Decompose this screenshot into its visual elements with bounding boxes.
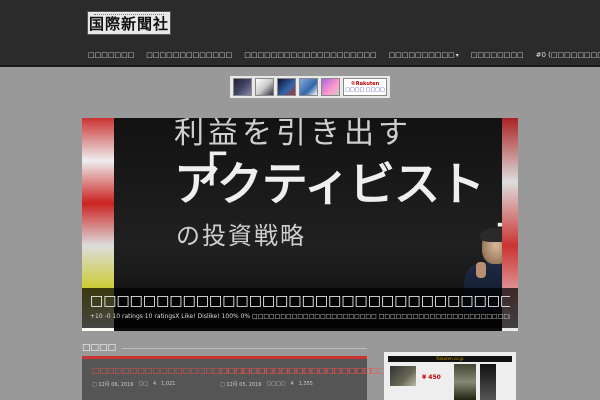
caret-down-icon: ▾: [455, 51, 459, 59]
post-list: □□□□□□□□□□□□□□□□□□□□□□□□□□□□□□□□□□□□□ □ …: [82, 356, 485, 400]
post-meta: □ 12月 06, 2016 □□ 4 1,021: [92, 381, 220, 388]
slider-caption-meta: +10 -0 10 ratings 10 ratingsX Like! Disl…: [90, 313, 510, 320]
site-logo[interactable]: 国際新聞社: [87, 11, 171, 35]
widget-product-image[interactable]: [390, 366, 416, 386]
post-comments[interactable]: 4: [153, 381, 156, 388]
section-heading: □□□□: [82, 343, 367, 353]
logo-dotted-line: [94, 12, 164, 15]
rakuten-widget: Rakuten.co.jp ¥ 450: [384, 352, 516, 400]
post-category[interactable]: □□: [139, 381, 148, 388]
widget-product-image[interactable]: [480, 364, 496, 400]
site-header: 国際新聞社 □□□□□□□ □□□□□□□□□□□□□ □□□□□□□□□□□□…: [0, 0, 600, 67]
product-thumbnail[interactable]: [299, 78, 318, 96]
product-thumbnail[interactable]: [233, 78, 252, 96]
product-thumbnail[interactable]: [277, 78, 296, 96]
nav-item-label: □□□□□□□□□□: [388, 51, 455, 59]
product-thumbnail[interactable]: [321, 78, 340, 96]
nav-item-2[interactable]: □□□□□□□□□□□□□: [140, 51, 238, 59]
nav-item-label: □□□□□□□□□□□□□: [146, 51, 233, 59]
post-date: □ 12月 05, 2016: [220, 382, 262, 388]
featured-slider[interactable]: 利益を引き出す 「 アクティビスト 」 の投資戦略 □□□□□□□□□□□□□□…: [82, 118, 518, 331]
nav-item-label: #0 (□□□□□□□□): [535, 51, 600, 59]
rakuten-subtext: □□□□ □□□□: [345, 87, 385, 93]
nav-item-5[interactable]: □□□□□□□□: [465, 51, 530, 59]
nav-item-3[interactable]: □□□□□□□□□□□□□□□□□□□□: [238, 51, 382, 59]
nav-item-4[interactable]: □□□□□□□□□□ ▾: [383, 51, 465, 59]
slider-caption-title[interactable]: □□□□□□□□□□□□□□□□□□□□□□□□□□□□□□□□□□□□□: [90, 292, 510, 310]
post-views: 1,355: [298, 381, 313, 387]
post-card: □□□□□□□□□□□□□□□□□□□□□□□□□□□□□□□□□□□□□ □ …: [92, 365, 372, 388]
nav-item-label: □□□□□□□: [88, 51, 135, 59]
post-title-link[interactable]: □□□□□□□□□□□□□□□□□□□□□□□□□□□□□□□□□□□: [220, 365, 485, 376]
nav-item-cart[interactable]: #0 (□□□□□□□□): [530, 51, 600, 59]
widget-header[interactable]: Rakuten.co.jp: [388, 356, 512, 362]
product-thumbnail[interactable]: [255, 78, 274, 96]
book-title-main: アクティビスト: [174, 157, 485, 211]
section-heading-text: □□□□: [82, 343, 117, 353]
slider-caption: □□□□□□□□□□□□□□□□□□□□□□□□□□□□□□□□□□□□□ +1…: [82, 288, 518, 328]
post-views: 1,021: [161, 381, 176, 387]
nav-item-label: □□□□□□□□: [470, 51, 524, 59]
nav-item-label: □□□□□□□□□□□□□□□□□□□□: [244, 51, 377, 59]
post-comments[interactable]: 4: [290, 381, 293, 388]
book-title-sub: の投資戦略: [176, 222, 306, 250]
portrait-hand: [476, 262, 486, 278]
post-category[interactable]: □□□□: [267, 381, 286, 388]
logo-text: 国際新聞社: [88, 14, 169, 33]
nav-item-1[interactable]: □□□□□□□: [82, 51, 140, 59]
post-title-link[interactable]: □□□□□□□□□□□□□□□□□□□□□□□□□□□□□□□□□□□□□: [92, 365, 372, 376]
post-card: □□□□□□□□□□□□□□□□□□□□□□□□□□□□□□□□□□□ □ 12…: [220, 365, 485, 388]
widget-price: ¥ 450: [422, 374, 441, 381]
widget-product-image[interactable]: [454, 364, 476, 400]
rakuten-logo[interactable]: ©Rakuten □□□□ □□□□: [343, 78, 387, 96]
post-meta: □ 12月 05, 2016 □□□□ 4 1,355: [220, 381, 348, 388]
product-banner: ©Rakuten □□□□ □□□□: [230, 76, 390, 98]
main-nav: □□□□□□□ □□□□□□□□□□□□□ □□□□□□□□□□□□□□□□□□…: [82, 44, 600, 66]
post-date: □ 12月 06, 2016: [92, 382, 134, 388]
section-divider: [122, 347, 367, 349]
